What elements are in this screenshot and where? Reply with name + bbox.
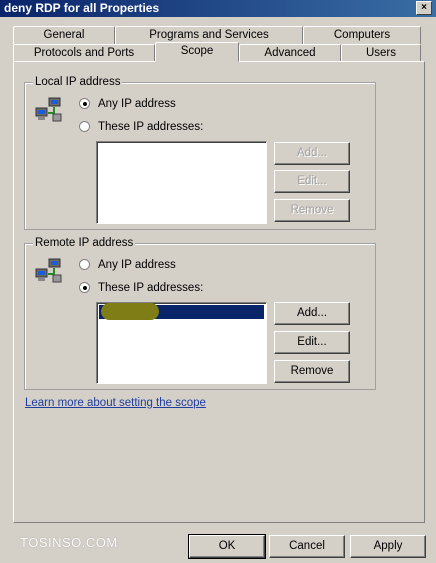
radio-indicator[interactable] bbox=[79, 98, 90, 109]
tab-label: Scope bbox=[180, 45, 214, 57]
local-edit-button[interactable]: Edit... bbox=[274, 170, 350, 193]
remote-add-button[interactable]: Add... bbox=[274, 302, 350, 325]
watermark: TOSINSO.COM bbox=[20, 535, 118, 550]
tab-label: Users bbox=[365, 47, 397, 59]
tab-label: Advanced bbox=[264, 47, 316, 59]
button-label: Remove bbox=[290, 204, 334, 216]
remote-remove-button[interactable]: Remove bbox=[274, 360, 350, 383]
button-label: Apply bbox=[373, 540, 403, 552]
local-these-ip-label: These IP addresses: bbox=[98, 121, 204, 133]
tab-users[interactable]: Users bbox=[341, 44, 421, 62]
button-label: Add... bbox=[296, 307, 328, 319]
network-computers-icon bbox=[35, 258, 62, 283]
remote-ip-list[interactable] bbox=[96, 302, 267, 384]
remote-these-ip-label: These IP addresses: bbox=[98, 282, 204, 294]
tab-label: General bbox=[43, 29, 85, 41]
tab-advanced[interactable]: Advanced bbox=[239, 44, 341, 62]
learn-more-link[interactable]: Learn more about setting the scope bbox=[25, 397, 206, 409]
local-add-button[interactable]: Add... bbox=[274, 142, 350, 165]
button-label: Edit... bbox=[297, 175, 327, 187]
tab-label: Protocols and Ports bbox=[33, 47, 135, 59]
apply-button[interactable]: Apply bbox=[350, 535, 426, 558]
button-label: Edit... bbox=[297, 336, 327, 348]
tab-general[interactable]: General bbox=[13, 26, 115, 44]
list-item[interactable] bbox=[99, 303, 264, 320]
button-label: OK bbox=[218, 540, 236, 552]
remote-any-ip-radio[interactable]: Any IP address bbox=[79, 257, 176, 273]
network-computers-icon bbox=[35, 97, 62, 122]
local-any-ip-label: Any IP address bbox=[98, 98, 176, 110]
button-label: Remove bbox=[290, 365, 334, 377]
button-label: Add... bbox=[296, 147, 328, 159]
button-label: Cancel bbox=[289, 540, 325, 552]
window-title-bar: deny RDP for all Properties × bbox=[0, 0, 436, 17]
cancel-button[interactable]: Cancel bbox=[269, 535, 345, 558]
radio-indicator[interactable] bbox=[79, 121, 90, 132]
tab-label: Programs and Services bbox=[149, 29, 269, 41]
ok-button[interactable]: OK bbox=[188, 534, 266, 559]
close-icon[interactable]: × bbox=[416, 1, 432, 15]
local-remove-button[interactable]: Remove bbox=[274, 199, 350, 222]
window-title: deny RDP for all Properties bbox=[4, 1, 160, 15]
remote-ip-legend: Remote IP address bbox=[33, 236, 136, 250]
tab-label: Computers bbox=[333, 29, 391, 41]
radio-indicator[interactable] bbox=[79, 282, 90, 293]
tab-protocols-and-ports[interactable]: Protocols and Ports bbox=[13, 44, 155, 62]
local-any-ip-radio[interactable]: Any IP address bbox=[79, 96, 176, 112]
remote-any-ip-label: Any IP address bbox=[98, 259, 176, 271]
tab-computers[interactable]: Computers bbox=[303, 26, 421, 44]
remote-these-ip-radio[interactable]: These IP addresses: bbox=[79, 280, 203, 296]
local-ip-legend: Local IP address bbox=[33, 75, 123, 89]
local-these-ip-radio[interactable]: These IP addresses: bbox=[79, 119, 203, 135]
tab-scope[interactable]: Scope bbox=[155, 42, 239, 62]
local-ip-list[interactable] bbox=[96, 141, 267, 224]
radio-indicator[interactable] bbox=[79, 259, 90, 270]
remote-edit-button[interactable]: Edit... bbox=[274, 331, 350, 354]
redacted-ip-entry bbox=[101, 303, 159, 320]
